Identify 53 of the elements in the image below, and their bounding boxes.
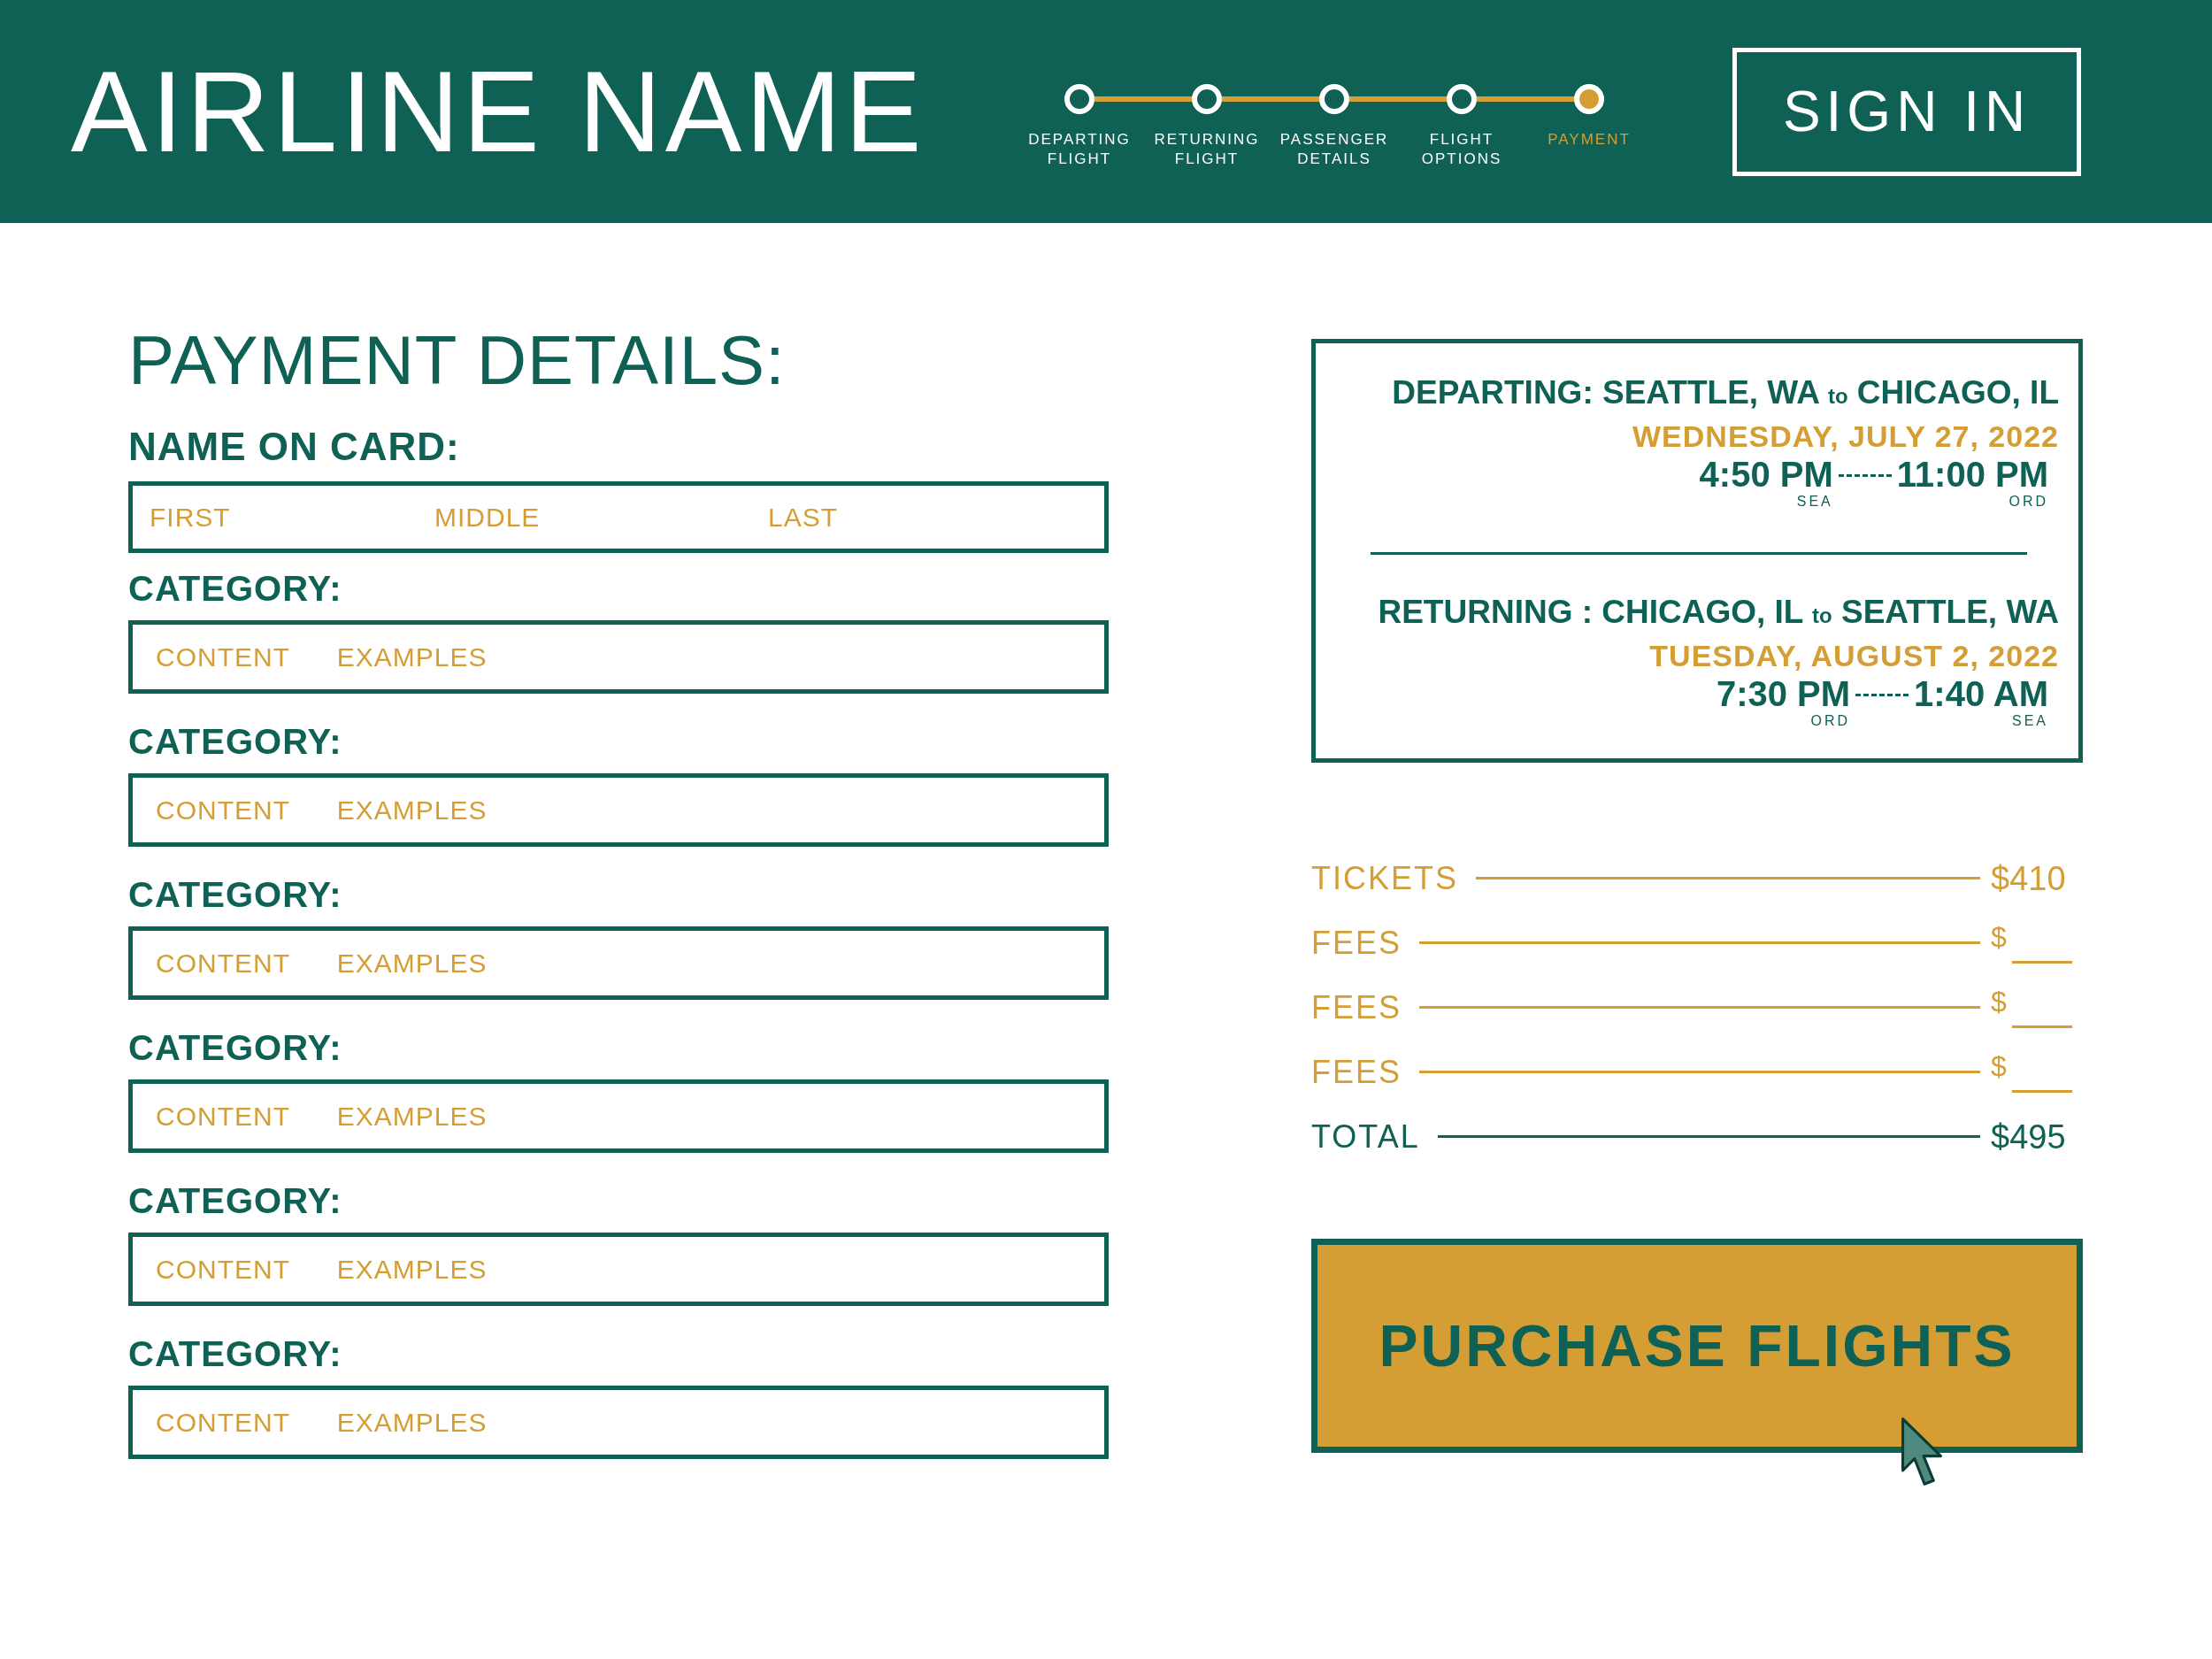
arrival-time: 1:40 AM <box>1914 674 2048 713</box>
airport-code: ORD <box>2008 494 2048 510</box>
departure-time: 4:50 PM <box>1699 455 1833 494</box>
field-label: CATEGORY: <box>128 1336 343 1371</box>
field-label: CATEGORY: <box>128 1030 343 1065</box>
field-label: CATEGORY: <box>128 1183 343 1218</box>
field-label: CATEGORY: <box>128 571 343 606</box>
name-input-field[interactable]: MIDDLE <box>434 486 768 549</box>
fill-in-line[interactable] <box>2011 960 2072 964</box>
airport-code: SEA <box>2012 713 2048 729</box>
text-input-field[interactable]: CONTENT EXAMPLES <box>128 1079 1109 1153</box>
flight-date: WEDNESDAY, JULY 27, 2022 <box>1632 419 2059 455</box>
step-label: RETURNING FLIGHT <box>1153 130 1261 169</box>
text-input-field[interactable]: CONTENT EXAMPLES <box>128 1233 1109 1306</box>
route-heading: DEPARTING: SEATTLE, WA to CHICAGO, IL <box>1392 373 2059 412</box>
dashed-connector <box>1838 474 1892 477</box>
price-label: TICKETS <box>1311 859 1458 897</box>
price-label: FEES <box>1311 924 1402 962</box>
arrival-time: 11:00 PM <box>1896 455 2048 494</box>
price-label: FEES <box>1311 988 1402 1026</box>
step-label: PAYMENT <box>1547 130 1632 150</box>
sign-in-button[interactable]: SIGN IN <box>1732 47 2081 176</box>
field-label: CATEGORY: <box>128 724 343 759</box>
price-amount: $ <box>1991 987 2007 1016</box>
text-input-field[interactable]: CONTENT EXAMPLES <box>128 1386 1109 1459</box>
name-input-field[interactable]: FIRST <box>133 486 434 549</box>
departure-time: 7:30 PM <box>1716 674 1851 713</box>
airline-name-title: AIRLINE NAME <box>71 54 926 169</box>
fill-in-line[interactable] <box>2011 1089 2072 1093</box>
text-input-field[interactable]: CONTENT EXAMPLES <box>128 926 1109 1000</box>
field-label: CATEGORY: <box>128 877 343 912</box>
step-label: FLIGHT OPTIONS <box>1420 130 1503 169</box>
price-label: FEES <box>1311 1053 1402 1091</box>
flight-date: TUESDAY, AUGUST 2, 2022 <box>1649 638 2059 674</box>
airport-code: SEA <box>1796 494 1833 510</box>
price-label: TOTAL <box>1311 1118 1420 1156</box>
section-heading: PAYMENT DETAILS: <box>128 326 787 395</box>
text-input-field[interactable]: CONTENT EXAMPLES <box>128 773 1109 847</box>
airport-code: ORD <box>1810 713 1851 729</box>
step-label: DEPARTING FLIGHT <box>1027 130 1132 169</box>
fill-in-line[interactable] <box>2011 1025 2072 1028</box>
name-input-group[interactable]: FIRST MIDDLE LAST <box>128 481 1109 553</box>
route-heading: RETURNING : CHICAGO, IL to SEATTLE, WA <box>1378 593 2059 632</box>
dashed-connector <box>1855 694 1909 696</box>
mouse-pointer-icon <box>1901 1417 1942 1486</box>
step-label: PASSENGER DETAILS <box>1279 130 1390 169</box>
text-input-field[interactable]: CONTENT EXAMPLES <box>128 620 1109 694</box>
price-amount: $ <box>1991 922 2007 951</box>
total-amount: $495 <box>1991 1119 2066 1154</box>
field-label: NAME ON CARD: <box>128 427 461 466</box>
name-input-field[interactable]: LAST <box>768 486 1104 549</box>
price-amount: $410 <box>1991 861 2066 895</box>
price-amount: $ <box>1991 1051 2007 1080</box>
